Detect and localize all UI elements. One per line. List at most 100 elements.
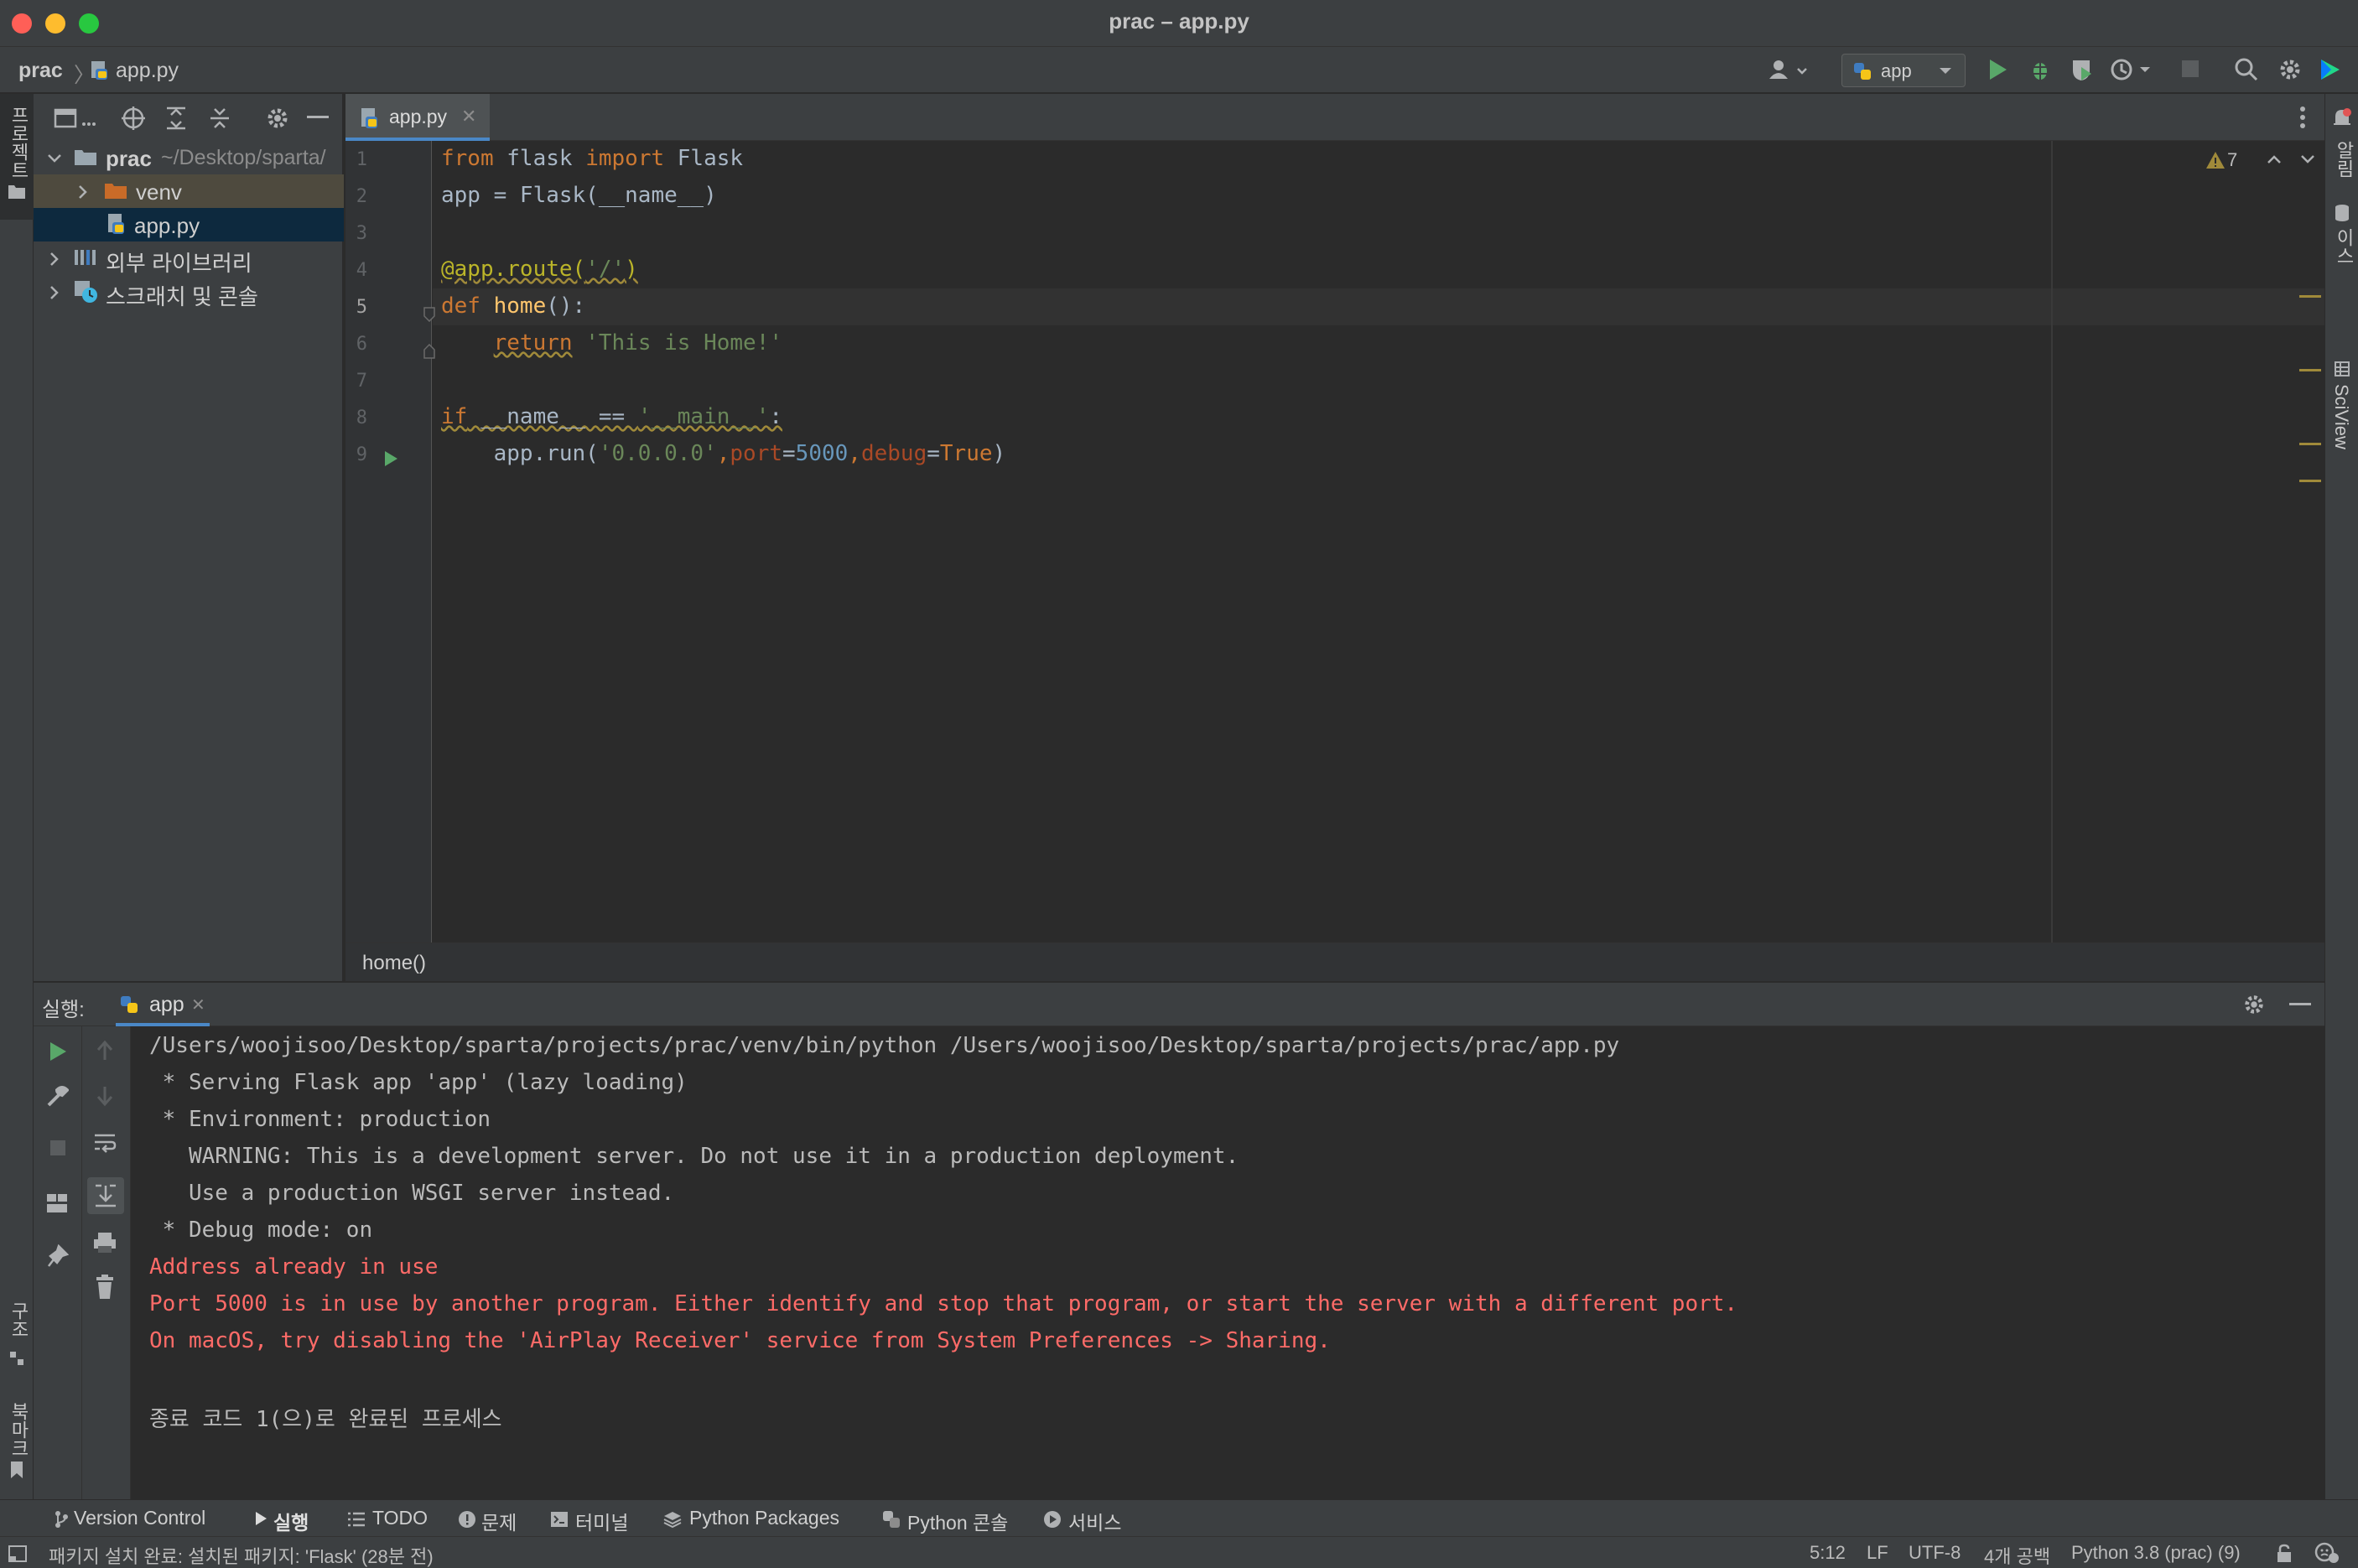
expand-all-icon[interactable] — [164, 106, 188, 131]
run-icon[interactable] — [1986, 57, 2009, 82]
tab-todo[interactable]: TODO — [344, 1500, 436, 1537]
caret-position[interactable]: 5:12 — [1810, 1542, 1846, 1564]
editor-tab-app-py[interactable]: app.py ✕ — [345, 94, 490, 141]
tree-item-scratches[interactable]: 스크래치 및 콘솔 — [34, 275, 344, 309]
run-tab-app[interactable]: app ✕ — [116, 983, 210, 1026]
rerun-icon[interactable] — [47, 1040, 69, 1063]
run-config-selector[interactable]: app — [1841, 54, 1966, 87]
jetbrains-toolbox-icon[interactable] — [2318, 57, 2343, 82]
problems-icon — [458, 1510, 476, 1529]
tree-root-prac[interactable]: prac ~/Desktop/sparta/ — [34, 141, 344, 174]
breadcrumb-project[interactable]: prac — [18, 59, 63, 83]
run-tab-label: app — [149, 993, 184, 1016]
warning-marker[interactable] — [2299, 443, 2321, 445]
next-highlight-icon[interactable] — [2299, 153, 2316, 166]
toggle-tool-windows-icon[interactable] — [8, 1545, 27, 1562]
wrench-icon[interactable] — [45, 1085, 69, 1109]
python-icon — [1852, 61, 1872, 81]
debug-icon[interactable] — [2028, 57, 2053, 82]
close-run-tab-icon[interactable]: ✕ — [191, 994, 205, 1015]
project-tool-label: 프로젝트 — [8, 106, 29, 179]
tab-run[interactable]: 실행 — [248, 1500, 324, 1537]
warning-marker[interactable] — [2299, 295, 2321, 298]
database-tool-button[interactable]: 데이터베이스 — [2325, 200, 2358, 317]
tree-item-app-py[interactable]: app.py — [34, 208, 344, 241]
layout-icon[interactable] — [45, 1192, 69, 1214]
tab-python-packages[interactable]: Python Packages — [661, 1500, 845, 1537]
project-tool-button[interactable]: 프로젝트 — [0, 94, 34, 220]
warning-marker[interactable] — [2299, 369, 2321, 371]
fold-icon[interactable] — [423, 307, 436, 322]
code-line[interactable]: app.run('0.0.0.0',port=5000,debug=True) — [441, 441, 1006, 478]
python-interpreter[interactable]: Python 3.8 (prac) (9) — [2071, 1542, 2241, 1564]
view-mode-icon[interactable] — [54, 107, 96, 129]
tab-problems[interactable]: 문제 — [456, 1500, 523, 1537]
sciview-tool-button[interactable]: SciView — [2325, 361, 2358, 470]
tree-item-external-libraries[interactable]: 외부 라이브러리 — [34, 241, 344, 276]
pin-icon[interactable] — [47, 1244, 69, 1268]
code-line[interactable] — [441, 220, 454, 257]
run-settings-gear-icon[interactable] — [2242, 993, 2266, 1016]
run-gutter-icon[interactable] — [382, 449, 399, 468]
hide-panel-icon[interactable] — [307, 116, 329, 121]
locate-file-icon[interactable] — [121, 106, 146, 131]
search-icon[interactable] — [2234, 57, 2259, 82]
soft-wrap-icon[interactable] — [92, 1132, 117, 1154]
code-line[interactable] — [441, 367, 454, 404]
breadcrumb-file[interactable]: app.py — [116, 59, 179, 83]
panel-settings-icon[interactable] — [265, 106, 290, 131]
code-line[interactable]: if __name__ == '__main__': — [441, 404, 782, 441]
print-icon[interactable] — [92, 1231, 117, 1254]
lock-icon[interactable] — [2276, 1544, 2293, 1564]
previous-highlight-icon[interactable] — [2266, 153, 2283, 166]
more-options-icon[interactable] — [2299, 106, 2306, 129]
line-number: 2 — [356, 186, 367, 207]
code-line[interactable]: app = Flask(__name__) — [441, 183, 717, 220]
current-line-highlight — [433, 288, 2324, 325]
inspection-profile-icon[interactable] — [2314, 1542, 2340, 1564]
hide-run-panel-icon[interactable] — [2289, 1003, 2311, 1008]
code-line[interactable]: return 'This is Home!' — [441, 330, 782, 367]
profile-icon[interactable] — [2110, 57, 2153, 82]
collapse-all-icon[interactable] — [208, 106, 231, 131]
close-tab-icon[interactable]: ✕ — [461, 106, 476, 127]
chevron-down-icon — [45, 146, 64, 168]
coverage-icon[interactable] — [2070, 57, 2095, 82]
tab-services[interactable]: 서비스 — [1041, 1500, 1134, 1537]
user-account-icon[interactable] — [1768, 59, 1810, 82]
settings-gear-icon[interactable] — [2277, 57, 2303, 82]
code-line[interactable]: from flask import Flask — [441, 146, 743, 183]
warning-count[interactable]: 7 — [2227, 149, 2237, 171]
indent-setting[interactable]: 4개 공백 — [1984, 1542, 2050, 1568]
code-line[interactable]: @app.route('/') — [441, 257, 638, 293]
line-separator[interactable]: LF — [1867, 1542, 1888, 1564]
console-output-line: * Environment: production — [149, 1107, 491, 1132]
right-margin-guide — [2051, 141, 2053, 942]
notifications-tool-button[interactable]: 알림 — [2325, 102, 2358, 186]
function-breadcrumb[interactable]: home() — [362, 952, 426, 975]
stop-process-icon[interactable] — [49, 1139, 67, 1157]
scroll-to-end-button[interactable] — [87, 1177, 124, 1214]
fold-end-icon[interactable] — [423, 344, 436, 359]
scroll-down-icon[interactable] — [96, 1085, 114, 1107]
scroll-up-icon[interactable] — [96, 1040, 114, 1062]
tab-version-control[interactable]: Version Control — [50, 1500, 226, 1537]
bookmarks-tool-button[interactable]: 북마크 — [0, 1402, 34, 1494]
structure-tool-button[interactable]: 구조 — [0, 1301, 34, 1385]
file-encoding[interactable]: UTF-8 — [1909, 1542, 1961, 1564]
tab-python-console[interactable]: Python 콘솔 — [880, 1500, 1015, 1537]
stop-icon[interactable] — [2180, 59, 2200, 79]
warning-marker[interactable] — [2299, 480, 2321, 482]
status-message[interactable]: 패키지 설치 완료: 설치된 패키지: 'Flask' (28분 전) — [49, 1542, 434, 1568]
warning-icon[interactable] — [2205, 151, 2226, 169]
project-panel: prac ~/Desktop/sparta/ venv app.py 외부 라이… — [34, 94, 344, 981]
tree-item-venv[interactable]: venv — [34, 174, 344, 208]
window-title: prac – app.py — [1109, 8, 1249, 34]
line-number: 3 — [356, 223, 367, 244]
code-line[interactable]: def home(): — [441, 293, 585, 330]
trash-icon[interactable] — [94, 1275, 116, 1300]
library-icon — [74, 248, 99, 267]
services-icon — [1043, 1510, 1062, 1529]
bookmarks-tool-label: 북마크 — [8, 1402, 29, 1457]
tab-terminal[interactable]: 터미널 — [548, 1500, 632, 1537]
